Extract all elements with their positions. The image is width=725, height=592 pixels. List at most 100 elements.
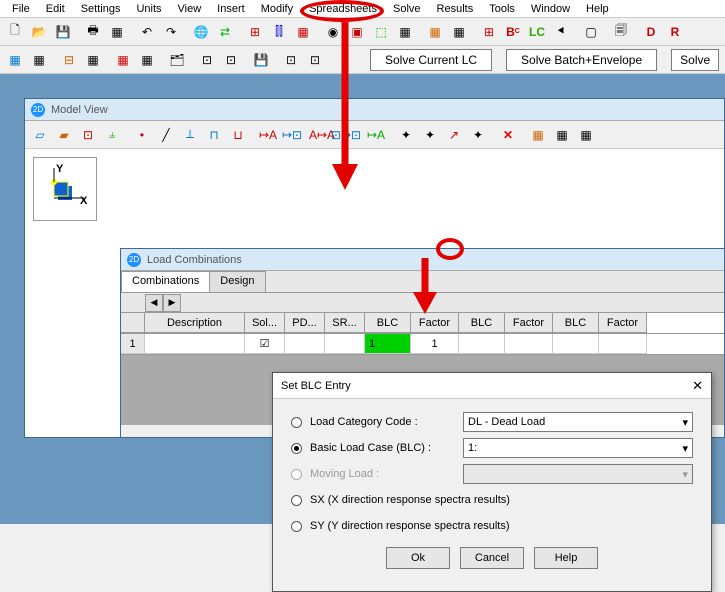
- open-icon[interactable]: 📂: [28, 21, 50, 43]
- t2-4-icon[interactable]: ▦: [82, 49, 104, 71]
- help-button[interactable]: Help: [534, 547, 598, 569]
- mvt-10-icon[interactable]: ↦A: [257, 124, 279, 146]
- sheet-next-icon[interactable]: ▶: [163, 294, 181, 312]
- t2-11-icon[interactable]: ⊡: [280, 49, 302, 71]
- mvt-3-icon[interactable]: ⊡: [77, 124, 99, 146]
- new-icon[interactable]: 🗋: [4, 21, 26, 43]
- t2-6-icon[interactable]: ▦: [136, 49, 158, 71]
- cell-rownum[interactable]: 1: [121, 334, 145, 354]
- col-sr[interactable]: SR...: [325, 313, 365, 333]
- col-sol[interactable]: Sol...: [245, 313, 285, 333]
- menu-modify[interactable]: Modify: [253, 1, 301, 17]
- t2-5-icon[interactable]: ▦: [112, 49, 134, 71]
- menu-window[interactable]: Window: [523, 1, 578, 17]
- t2-2-icon[interactable]: ▦: [28, 49, 50, 71]
- radio-sx[interactable]: [291, 495, 302, 506]
- mvt-19-icon[interactable]: ▦: [527, 124, 549, 146]
- col-pd[interactable]: PD...: [285, 313, 325, 333]
- mvt-14-icon[interactable]: ↦A: [365, 124, 387, 146]
- mvt-4-icon[interactable]: ⫨: [101, 124, 123, 146]
- close-icon[interactable]: ✕: [692, 378, 703, 394]
- tab-combinations[interactable]: Combinations: [121, 271, 210, 292]
- cell-sol-checkbox[interactable]: ☑: [245, 334, 285, 354]
- col-blc3[interactable]: BLC: [553, 313, 599, 333]
- col-rownum[interactable]: [121, 313, 145, 333]
- t2-10-icon[interactable]: 💾: [250, 49, 272, 71]
- mvt-9-icon[interactable]: ⊔: [227, 124, 249, 146]
- cell-pd[interactable]: [285, 334, 325, 354]
- sheet-prev-icon[interactable]: ◀: [145, 294, 163, 312]
- col-blc2[interactable]: BLC: [459, 313, 505, 333]
- cell-factor3[interactable]: [599, 334, 647, 354]
- mvt-20-icon[interactable]: ▦: [551, 124, 573, 146]
- menu-units[interactable]: Units: [128, 1, 169, 17]
- undo-icon[interactable]: ↶: [136, 21, 158, 43]
- col-description[interactable]: Description: [145, 313, 245, 333]
- solve-batch-button[interactable]: Solve Batch+Envelope: [506, 49, 657, 71]
- col-factor3[interactable]: Factor: [599, 313, 647, 333]
- lc-titlebar[interactable]: 2D Load Combinations: [121, 249, 724, 271]
- t2-3-icon[interactable]: ⊟: [58, 49, 80, 71]
- dialog-titlebar[interactable]: Set BLC Entry ✕: [273, 373, 711, 399]
- cell-description[interactable]: [145, 334, 245, 354]
- mvt-2-icon[interactable]: ▰: [53, 124, 75, 146]
- t2-12-icon[interactable]: ⊡: [304, 49, 326, 71]
- cell-sr[interactable]: [325, 334, 365, 354]
- cell-blc2[interactable]: [459, 334, 505, 354]
- tool3-icon[interactable]: ▦: [292, 21, 314, 43]
- mvt-7-icon[interactable]: ⟂: [179, 124, 201, 146]
- lc-prev-icon[interactable]: ⯇: [550, 21, 572, 43]
- combo-load-category[interactable]: DL - Dead Load▾: [463, 412, 693, 432]
- mvt-18-icon[interactable]: ✦: [467, 124, 489, 146]
- tool2-icon[interactable]: ⫿⫿: [268, 21, 290, 43]
- radio-load-category[interactable]: [291, 417, 302, 428]
- menu-file[interactable]: File: [4, 1, 38, 17]
- menu-edit[interactable]: Edit: [38, 1, 73, 17]
- mvt-13-icon[interactable]: ⊡↦⊡: [335, 124, 357, 146]
- menu-spreadsheets[interactable]: Spreadsheets: [301, 1, 385, 17]
- tool1-icon[interactable]: ⊞: [244, 21, 266, 43]
- menu-help[interactable]: Help: [578, 1, 617, 17]
- menu-tools[interactable]: Tools: [481, 1, 523, 17]
- radio-sy[interactable]: [291, 521, 302, 532]
- model-view-titlebar[interactable]: 2D Model View: [25, 99, 724, 121]
- tab-design[interactable]: Design: [209, 271, 265, 292]
- menu-solve[interactable]: Solve: [385, 1, 429, 17]
- tool7-icon[interactable]: ▦: [394, 21, 416, 43]
- mvt-21-icon[interactable]: ▦: [575, 124, 597, 146]
- mvt-line-icon[interactable]: ╱: [155, 124, 177, 146]
- col-factor2[interactable]: Factor: [505, 313, 553, 333]
- lc-label-icon[interactable]: LC: [526, 21, 548, 43]
- blc-icon[interactable]: BC: [502, 21, 524, 43]
- tool5-icon[interactable]: ▣: [346, 21, 368, 43]
- save-icon[interactable]: 💾: [52, 21, 74, 43]
- col-blc1[interactable]: BLC: [365, 313, 411, 333]
- cell-factor1[interactable]: 1: [411, 334, 459, 354]
- mvt-8-icon[interactable]: ⊓: [203, 124, 225, 146]
- tool8-icon[interactable]: ▦: [424, 21, 446, 43]
- tool9-icon[interactable]: ▦: [448, 21, 470, 43]
- mvt-17-icon[interactable]: ↗: [443, 124, 465, 146]
- tool10-icon[interactable]: ⊞: [478, 21, 500, 43]
- units-icon[interactable]: ⇄: [214, 21, 236, 43]
- t2-7-icon[interactable]: 🗂: [166, 49, 188, 71]
- menu-insert[interactable]: Insert: [209, 1, 253, 17]
- t2-9-icon[interactable]: ⊡: [220, 49, 242, 71]
- combo-blc[interactable]: 1:▾: [463, 438, 693, 458]
- r-icon[interactable]: R: [664, 21, 686, 43]
- mvt-11-icon[interactable]: ↦⊡: [281, 124, 303, 146]
- mvt-12-icon[interactable]: A↦A: [311, 124, 333, 146]
- d-icon[interactable]: D: [640, 21, 662, 43]
- globe-icon[interactable]: 🌐: [190, 21, 212, 43]
- t2-1-icon[interactable]: ▦: [4, 49, 26, 71]
- radio-blc[interactable]: [291, 443, 302, 454]
- mvt-16-icon[interactable]: ✦: [419, 124, 441, 146]
- ok-button[interactable]: Ok: [386, 547, 450, 569]
- mvt-delete-icon[interactable]: ✕: [497, 124, 519, 146]
- menu-view[interactable]: View: [170, 1, 210, 17]
- col-factor1[interactable]: Factor: [411, 313, 459, 333]
- mvt-select-icon[interactable]: ▱: [29, 124, 51, 146]
- tool12-icon[interactable]: 🗐: [610, 21, 632, 43]
- mvt-15-icon[interactable]: ✦: [395, 124, 417, 146]
- t2-8-icon[interactable]: ⊡: [196, 49, 218, 71]
